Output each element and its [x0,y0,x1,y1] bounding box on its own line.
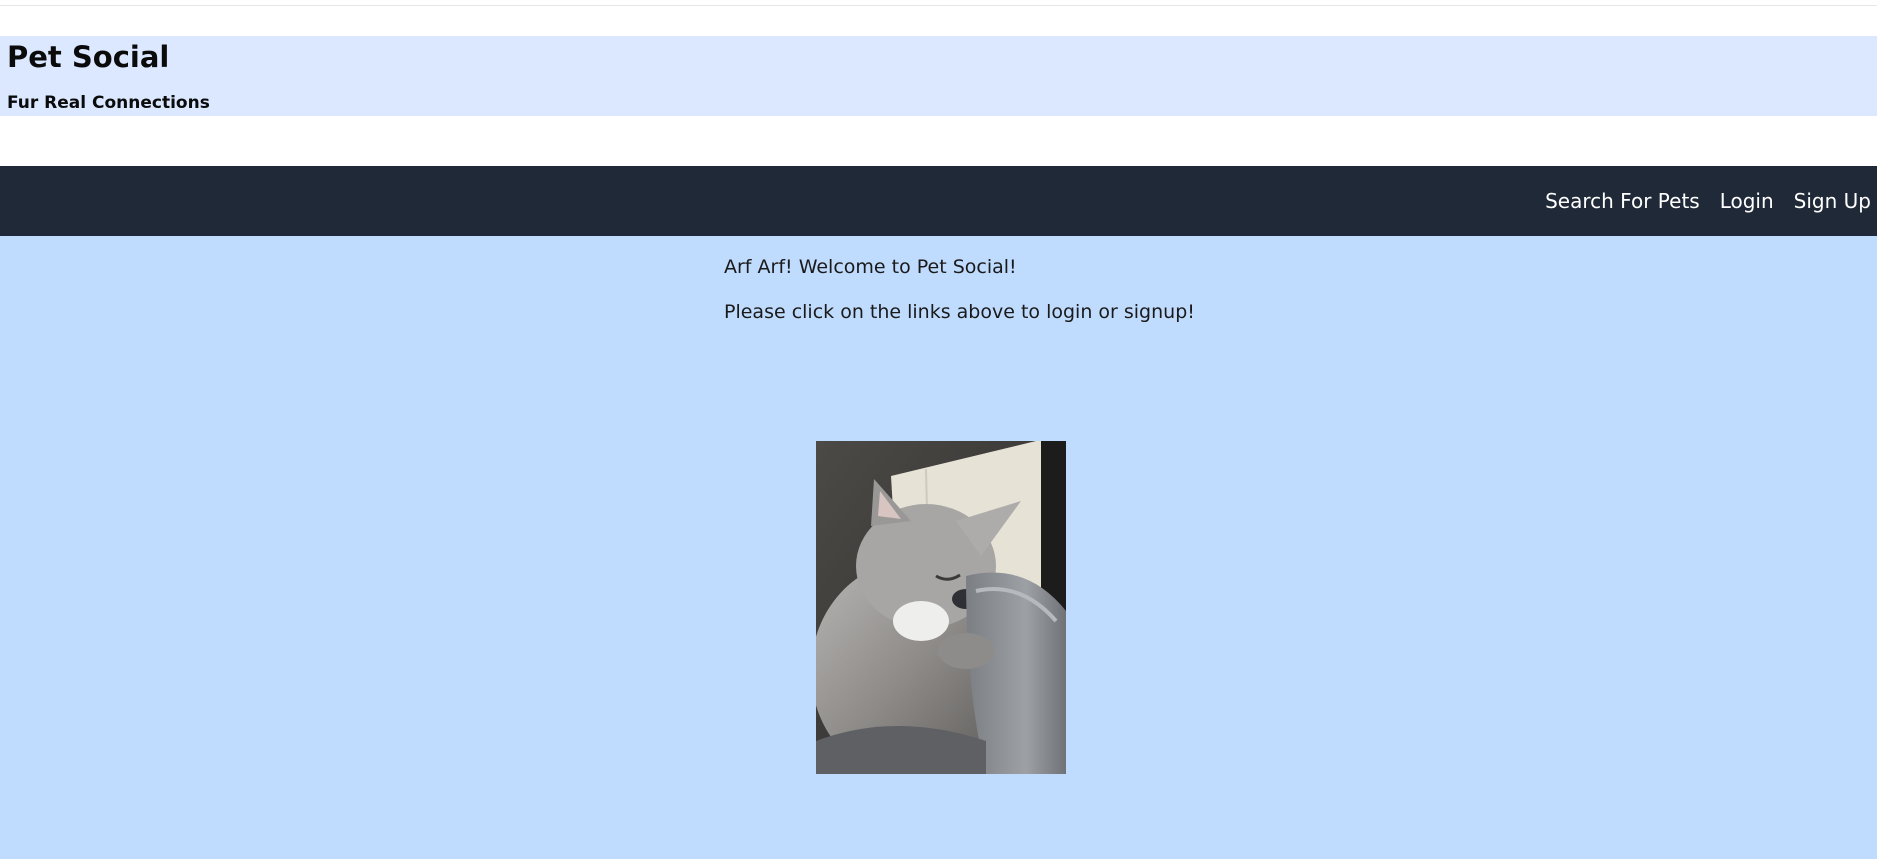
site-title: Pet Social [7,40,170,74]
nav-link-sign-up[interactable]: Sign Up [1794,191,1871,211]
welcome-message: Arf Arf! Welcome to Pet Social! [724,256,1017,278]
sleeping-cat-image [816,441,1066,774]
instruction-message: Please click on the links above to login… [724,301,1195,323]
site-header: Pet Social Fur Real Connections [0,36,1877,116]
main-navbar: Search For Pets Login Sign Up [0,166,1877,236]
nav-links: Search For Pets Login Sign Up [1545,166,1871,236]
main-content: Arf Arf! Welcome to Pet Social! Please c… [0,236,1877,859]
top-border [0,0,1877,6]
site-tagline: Fur Real Connections [7,93,210,113]
pet-photo [816,441,1066,774]
nav-link-login[interactable]: Login [1720,191,1774,211]
nav-link-search-for-pets[interactable]: Search For Pets [1545,191,1700,211]
